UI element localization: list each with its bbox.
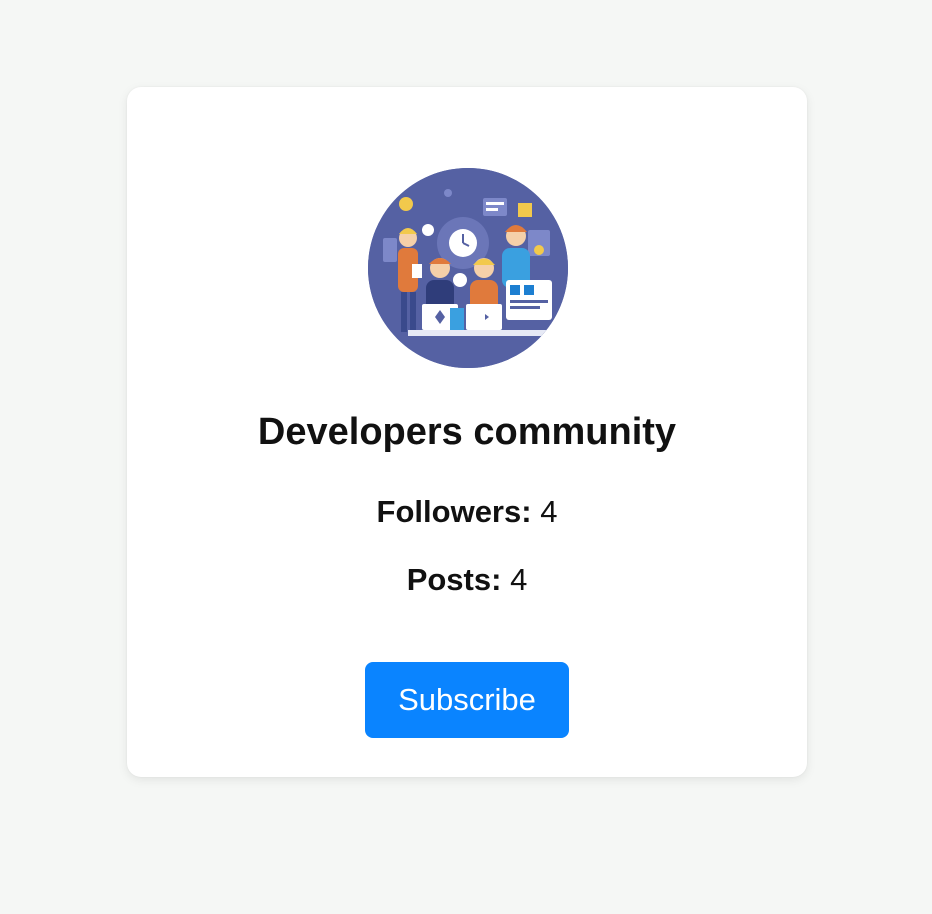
developers-illustration-icon xyxy=(368,168,568,368)
followers-count: 4 xyxy=(540,494,558,529)
subscribe-button[interactable]: Subscribe xyxy=(365,662,569,738)
followers-stat: Followers: 4 xyxy=(127,492,807,532)
posts-count: 4 xyxy=(510,562,528,597)
posts-stat: Posts: 4 xyxy=(127,560,807,600)
community-title: Developers community xyxy=(257,411,677,453)
followers-label: Followers: xyxy=(376,494,532,529)
community-card: Developers community Followers: 4 Posts:… xyxy=(127,87,807,777)
community-avatar xyxy=(368,168,568,368)
posts-label: Posts: xyxy=(406,562,502,597)
